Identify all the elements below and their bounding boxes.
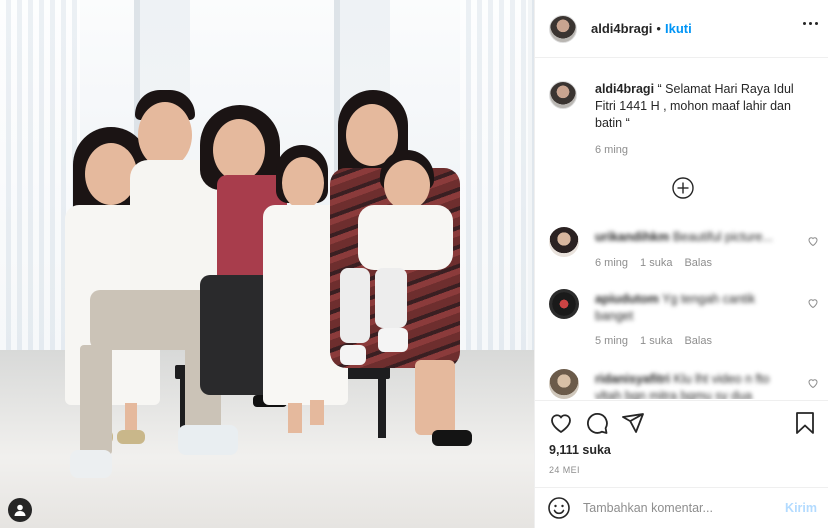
comment-username[interactable]: urikandihkm — [595, 230, 669, 244]
share-icon[interactable] — [621, 411, 645, 435]
comment-composer: Kirim — [535, 487, 828, 528]
comments-list[interactable]: aldi4bragi “ Selamat Hari Raya Idul Fitr… — [535, 59, 828, 399]
avatar[interactable] — [549, 81, 577, 109]
post-date[interactable]: 24 MEI — [549, 465, 580, 475]
heart-icon[interactable] — [807, 377, 819, 389]
comment-input[interactable] — [583, 501, 773, 515]
caption-time[interactable]: 6 ming — [595, 144, 628, 156]
avatar[interactable] — [549, 289, 579, 319]
plus-circle-icon[interactable] — [672, 177, 694, 199]
username-link[interactable]: aldi4bragi — [591, 21, 652, 36]
post-side-panel: aldi4bragi • Ikuti aldi4bragi “ Selamat … — [534, 0, 828, 528]
bookmark-icon[interactable] — [793, 411, 817, 435]
comment-body: Beautiful picture... — [672, 230, 773, 244]
comment-username[interactable]: ridanisyafitri — [595, 372, 670, 386]
heart-icon[interactable] — [549, 411, 573, 435]
comment-time[interactable]: 5 ming — [595, 335, 628, 347]
comment-meta: 6 ming 1 suka Balas — [595, 257, 712, 269]
comment-likes[interactable]: 1 suka — [640, 257, 672, 269]
comment-text: apiudutom Yg tengah cantik banget — [595, 291, 785, 325]
comment-likes[interactable]: 1 suka — [640, 335, 672, 347]
post-photo[interactable] — [0, 0, 534, 528]
comment-item: apiudutom Yg tengah cantik banget 5 ming… — [549, 289, 819, 349]
separator-dot: • — [656, 21, 661, 36]
heart-icon[interactable] — [807, 235, 819, 247]
person-baby — [340, 150, 455, 370]
likes-count[interactable]: 9,111 suka — [549, 443, 611, 457]
caption-text: aldi4bragi “ Selamat Hari Raya Idul Fitr… — [595, 81, 815, 132]
emoji-icon[interactable] — [547, 496, 571, 520]
user-tag-icon[interactable] — [8, 498, 32, 522]
more-options-icon[interactable] — [803, 22, 818, 25]
reply-button[interactable]: Balas — [684, 257, 712, 269]
heart-icon[interactable] — [807, 297, 819, 309]
comment-text: urikandihkm Beautiful picture... — [595, 229, 785, 246]
comment-item: ridanisyafitri Klu lht video n fto vltah… — [549, 369, 819, 399]
reply-button[interactable]: Balas — [684, 335, 712, 347]
post-header: aldi4bragi • Ikuti — [535, 0, 828, 58]
avatar[interactable] — [549, 369, 579, 399]
post-comment-button[interactable]: Kirim — [785, 501, 817, 515]
comment-time[interactable]: 6 ming — [595, 257, 628, 269]
comment-username[interactable]: apiudutom — [595, 292, 659, 306]
comment-icon[interactable] — [585, 411, 609, 435]
comment-meta: 5 ming 1 suka Balas — [595, 335, 712, 347]
caption: aldi4bragi “ Selamat Hari Raya Idul Fitr… — [549, 81, 815, 132]
comment-text: ridanisyafitri Klu lht video n fto vltah… — [595, 371, 785, 399]
post-actions: 9,111 suka 24 MEI — [535, 400, 828, 486]
avatar[interactable] — [549, 14, 577, 43]
caption-username[interactable]: aldi4bragi — [595, 82, 654, 96]
comment-item: urikandihkm Beautiful picture... 6 ming … — [549, 227, 819, 277]
follow-button[interactable]: Ikuti — [665, 21, 692, 36]
avatar[interactable] — [549, 227, 579, 257]
